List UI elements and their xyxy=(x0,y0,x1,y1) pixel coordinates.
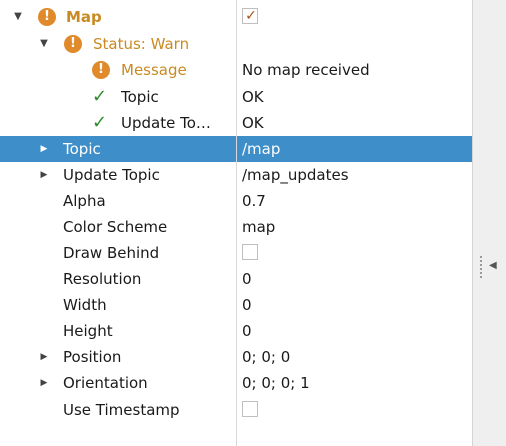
property-value[interactable]: 0.7 xyxy=(242,188,266,214)
property-label: Topic xyxy=(63,140,101,158)
property-label: Color Scheme xyxy=(63,218,168,236)
expand-topic-icon[interactable]: ▶ xyxy=(38,136,50,162)
ok-check-icon: ✓ xyxy=(92,86,108,107)
expand-status-icon[interactable]: ▼ xyxy=(38,31,50,57)
ok-check-icon: ✓ xyxy=(92,112,108,133)
update-topic-status-label: Update To… xyxy=(121,114,211,132)
property-label: Orientation xyxy=(63,374,148,392)
expand-position-icon[interactable]: ▶ xyxy=(38,344,50,370)
warning-icon: ! xyxy=(38,8,56,26)
property-label: Use Timestamp xyxy=(63,401,180,419)
side-panel-handle[interactable]: ◀ xyxy=(472,0,506,446)
property-value[interactable]: /map_updates xyxy=(242,162,349,188)
property-value: 0; 0; 0; 1 xyxy=(242,374,310,392)
property-label: Update Topic xyxy=(63,166,160,184)
expand-orientation-icon[interactable]: ▶ xyxy=(38,370,50,396)
property-value: 0; 0; 0 xyxy=(242,348,291,366)
collapse-panel-icon[interactable]: ◀ xyxy=(489,260,497,271)
property-value: 0 xyxy=(242,296,252,314)
property-value[interactable]: map xyxy=(242,214,275,240)
map-label: Map xyxy=(66,8,102,26)
property-value[interactable]: /map xyxy=(242,136,280,162)
map-enabled-checkbox[interactable]: ✓ xyxy=(242,8,258,24)
property-label: Alpha xyxy=(63,192,106,210)
property-label: Height xyxy=(63,322,113,340)
property-label: Position xyxy=(63,348,122,366)
property-label: Width xyxy=(63,296,107,314)
status-label: Status: Warn xyxy=(93,35,190,53)
property-value: 0 xyxy=(242,270,252,288)
property-tree: ▼ ! Map ✓ ▼ ! Status: Warn ! Message No … xyxy=(0,0,472,446)
warning-icon: ! xyxy=(92,61,110,79)
column-divider[interactable] xyxy=(236,0,237,446)
property-value: 0 xyxy=(242,322,252,340)
warning-icon: ! xyxy=(64,35,82,53)
expand-map-icon[interactable]: ▼ xyxy=(12,4,24,30)
check-icon: ✓ xyxy=(245,8,257,24)
draw-behind-checkbox[interactable] xyxy=(242,244,258,260)
property-label: Resolution xyxy=(63,270,142,288)
topic-status-value: OK xyxy=(242,88,264,106)
message-value: No map received xyxy=(242,61,370,79)
use-timestamp-checkbox[interactable] xyxy=(242,401,258,417)
topic-status-label: Topic xyxy=(121,88,159,106)
expand-update-topic-icon[interactable]: ▶ xyxy=(38,162,50,188)
property-label: Draw Behind xyxy=(63,244,160,262)
update-topic-status-value: OK xyxy=(242,114,264,132)
splitter-grip-icon[interactable] xyxy=(480,256,482,278)
message-label: Message xyxy=(121,61,187,79)
